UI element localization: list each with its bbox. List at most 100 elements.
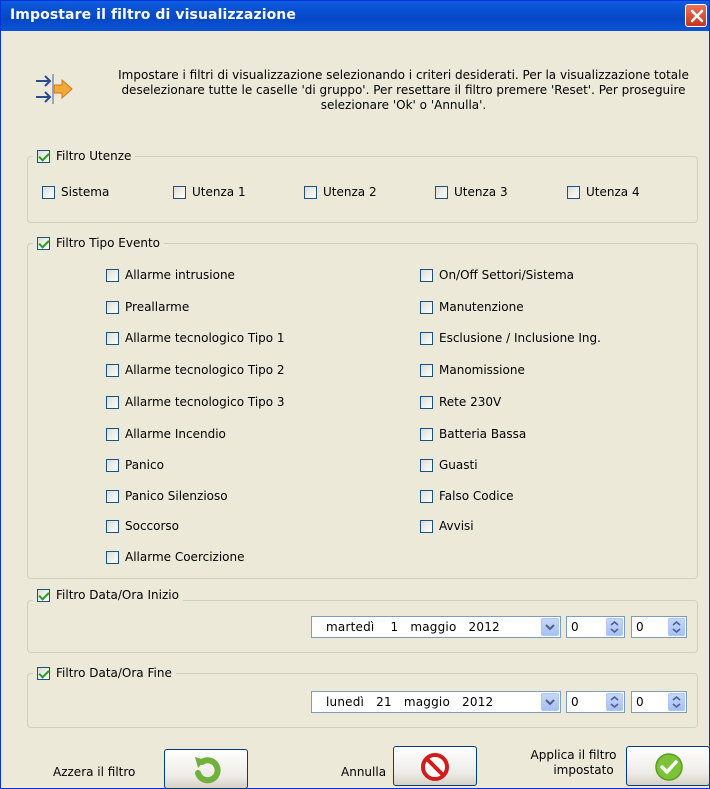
- inizio-minute-spinner[interactable]: 0: [631, 616, 687, 638]
- evento-right-item[interactable]: Falso Codice: [420, 488, 514, 504]
- dropdown-button[interactable]: [541, 618, 559, 636]
- checkbox[interactable]: [106, 363, 119, 377]
- evento-left-item[interactable]: Allarme Coercizione: [106, 549, 245, 565]
- reset-button[interactable]: [164, 749, 248, 789]
- evento-label: Allarme intrusione: [125, 268, 235, 282]
- spin-buttons[interactable]: [668, 693, 685, 711]
- inizio-hour-spinner[interactable]: 0: [566, 616, 625, 638]
- checkbox[interactable]: [106, 489, 119, 503]
- evento-left-item[interactable]: Allarme tecnologico Tipo 1: [106, 330, 285, 346]
- utenze-legend[interactable]: Filtro Utenze: [33, 148, 136, 164]
- checkbox[interactable]: [567, 185, 580, 199]
- evento-left-item[interactable]: Allarme tecnologico Tipo 3: [106, 394, 285, 410]
- utenza-4[interactable]: Utenza 4: [567, 184, 640, 200]
- checkbox[interactable]: [106, 268, 119, 282]
- inizio-legend[interactable]: Filtro Data/Ora Inizio: [33, 587, 183, 603]
- checkbox[interactable]: [435, 185, 448, 199]
- utenze-checkbox[interactable]: [37, 149, 50, 163]
- evento-right-item[interactable]: Manutenzione: [420, 299, 524, 315]
- fine-checkbox[interactable]: [37, 666, 50, 680]
- fine-legend[interactable]: Filtro Data/Ora Fine: [33, 665, 176, 681]
- evento-right-item[interactable]: Batteria Bassa: [420, 426, 526, 442]
- checkbox[interactable]: [420, 331, 433, 345]
- utenza-label: Utenza 2: [323, 185, 377, 199]
- utenza-3[interactable]: Utenza 3: [435, 184, 508, 200]
- spin-buttons[interactable]: [668, 618, 685, 636]
- evento-label: Allarme tecnologico Tipo 2: [125, 363, 285, 377]
- evento-label: Allarme Incendio: [125, 427, 226, 441]
- utenza-sistema[interactable]: Sistema: [42, 184, 109, 200]
- evento-left-item[interactable]: Panico Silenzioso: [106, 488, 228, 504]
- filter-dialog: Impostare il filtro di visualizzazione I…: [0, 0, 710, 789]
- reset-label: Azzera il filtro: [53, 765, 136, 779]
- checkbox[interactable]: [106, 458, 119, 472]
- evento-label: Preallarme: [125, 300, 190, 314]
- checkbox[interactable]: [106, 395, 119, 409]
- checkbox[interactable]: [420, 395, 433, 409]
- evento-right-item[interactable]: Guasti: [420, 457, 478, 473]
- checkbox[interactable]: [420, 363, 433, 377]
- evento-label: Rete 230V: [439, 395, 502, 409]
- evento-label: Soccorso: [125, 519, 180, 533]
- spin-buttons[interactable]: [606, 618, 623, 636]
- checkbox[interactable]: [106, 427, 119, 441]
- evento-label: Panico: [125, 458, 164, 472]
- evento-left-item[interactable]: Allarme tecnologico Tipo 2: [106, 362, 285, 378]
- chevron-down-icon: [545, 624, 555, 631]
- evento-left-item[interactable]: Panico: [106, 457, 164, 473]
- evento-right-item[interactable]: On/Off Settori/Sistema: [420, 267, 574, 283]
- cancel-button[interactable]: [393, 746, 477, 786]
- checkbox[interactable]: [106, 519, 119, 533]
- apply-button[interactable]: [626, 746, 710, 786]
- checkbox[interactable]: [106, 550, 119, 564]
- evento-left-item[interactable]: Allarme Incendio: [106, 426, 226, 442]
- evento-label: Manutenzione: [439, 300, 524, 314]
- tipo-evento-legend[interactable]: Filtro Tipo Evento: [33, 235, 165, 251]
- inizio-date-picker[interactable]: martedì 1 maggio 2012: [311, 616, 561, 638]
- tipo-evento-checkbox[interactable]: [37, 236, 50, 250]
- checkbox[interactable]: [420, 268, 433, 282]
- spin-buttons[interactable]: [606, 693, 623, 711]
- fine-date-picker[interactable]: lunedì 21 maggio 2012: [311, 691, 561, 713]
- fine-date-value: lunedì 21 maggio 2012: [326, 695, 494, 709]
- evento-label: On/Off Settori/Sistema: [439, 268, 575, 282]
- checkbox[interactable]: [304, 185, 317, 199]
- checkbox[interactable]: [106, 300, 119, 314]
- no-entry-icon: [421, 753, 449, 781]
- fine-hour-value: 0: [571, 695, 579, 709]
- evento-left-item[interactable]: Soccorso: [106, 518, 179, 534]
- info-text: Impostare i filtri di visualizzazione se…: [118, 68, 689, 112]
- evento-label: Allarme tecnologico Tipo 3: [125, 395, 285, 409]
- checkbox[interactable]: [420, 300, 433, 314]
- evento-label: Allarme tecnologico Tipo 1: [125, 331, 285, 345]
- checkbox[interactable]: [42, 185, 55, 199]
- apply-label-line1: Applica il filtro: [530, 748, 617, 762]
- fine-minute-spinner[interactable]: 0: [631, 691, 687, 713]
- checkbox[interactable]: [173, 185, 186, 199]
- evento-left-item[interactable]: Allarme intrusione: [106, 267, 235, 283]
- check-icon: [655, 753, 683, 781]
- close-button[interactable]: [685, 4, 707, 27]
- utenza-label: Utenza 1: [192, 185, 246, 199]
- dropdown-button[interactable]: [541, 693, 559, 711]
- checkbox[interactable]: [420, 427, 433, 441]
- checkbox[interactable]: [420, 458, 433, 472]
- checkbox[interactable]: [420, 519, 433, 533]
- inizio-label: Filtro Data/Ora Inizio: [56, 588, 179, 602]
- evento-right-item[interactable]: Esclusione / Inclusione Ing.: [420, 330, 601, 346]
- chevron-down-icon: [545, 699, 555, 706]
- utenza-1[interactable]: Utenza 1: [173, 184, 246, 200]
- fine-hour-spinner[interactable]: 0: [566, 691, 625, 713]
- utenza-2[interactable]: Utenza 2: [304, 184, 377, 200]
- checkbox[interactable]: [106, 331, 119, 345]
- checkbox[interactable]: [420, 489, 433, 503]
- evento-right-item[interactable]: Rete 230V: [420, 394, 501, 410]
- evento-right-item[interactable]: Avvisi: [420, 518, 474, 534]
- evento-label: Guasti: [439, 458, 478, 472]
- evento-right-item[interactable]: Manomissione: [420, 362, 525, 378]
- apply-label-line2: impostato: [553, 763, 614, 777]
- evento-left-item[interactable]: Preallarme: [106, 299, 189, 315]
- inizio-checkbox[interactable]: [37, 588, 50, 602]
- up-down-arrows-icon: [672, 620, 681, 634]
- inizio-hour-value: 0: [571, 620, 579, 634]
